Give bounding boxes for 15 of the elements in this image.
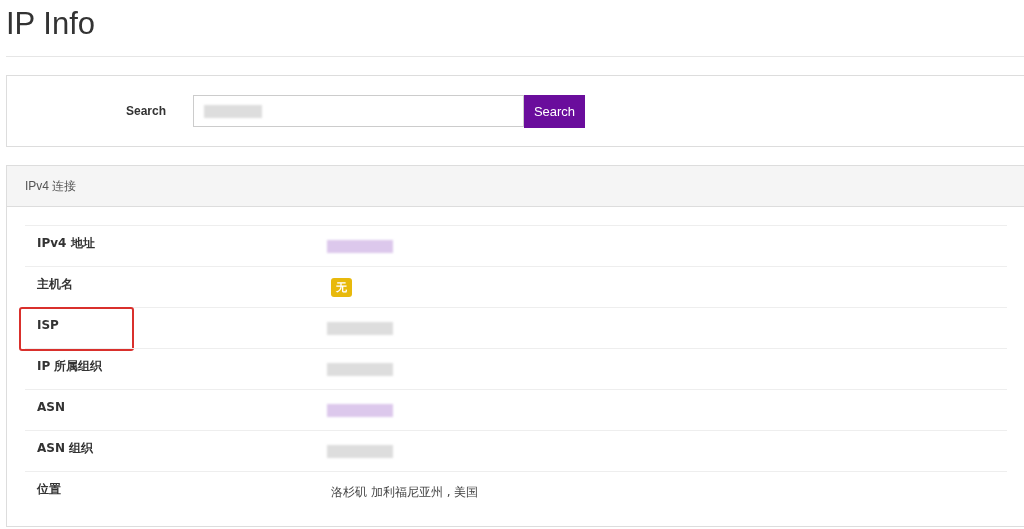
field-label: ISP	[37, 317, 59, 334]
field-label: IP 所属组织	[37, 358, 103, 375]
field-label: ASN 组织	[37, 440, 94, 457]
empty-badge: 无	[331, 277, 352, 297]
search-button[interactable]: Search	[524, 94, 585, 128]
blurred-text	[204, 104, 262, 118]
search-field[interactable]	[193, 95, 524, 127]
field-label: ASN	[37, 399, 65, 416]
field-value: 洛杉矶 加利福尼亚州 , 美国	[331, 483, 479, 501]
section-header: IPv4 连接	[7, 166, 1024, 207]
field-label: IPv4 地址	[37, 235, 95, 252]
search-label: Search	[124, 104, 166, 118]
field-label: 主机名	[37, 276, 73, 293]
page-title: IP Info	[6, 5, 97, 43]
field-label: 位置	[37, 481, 61, 498]
